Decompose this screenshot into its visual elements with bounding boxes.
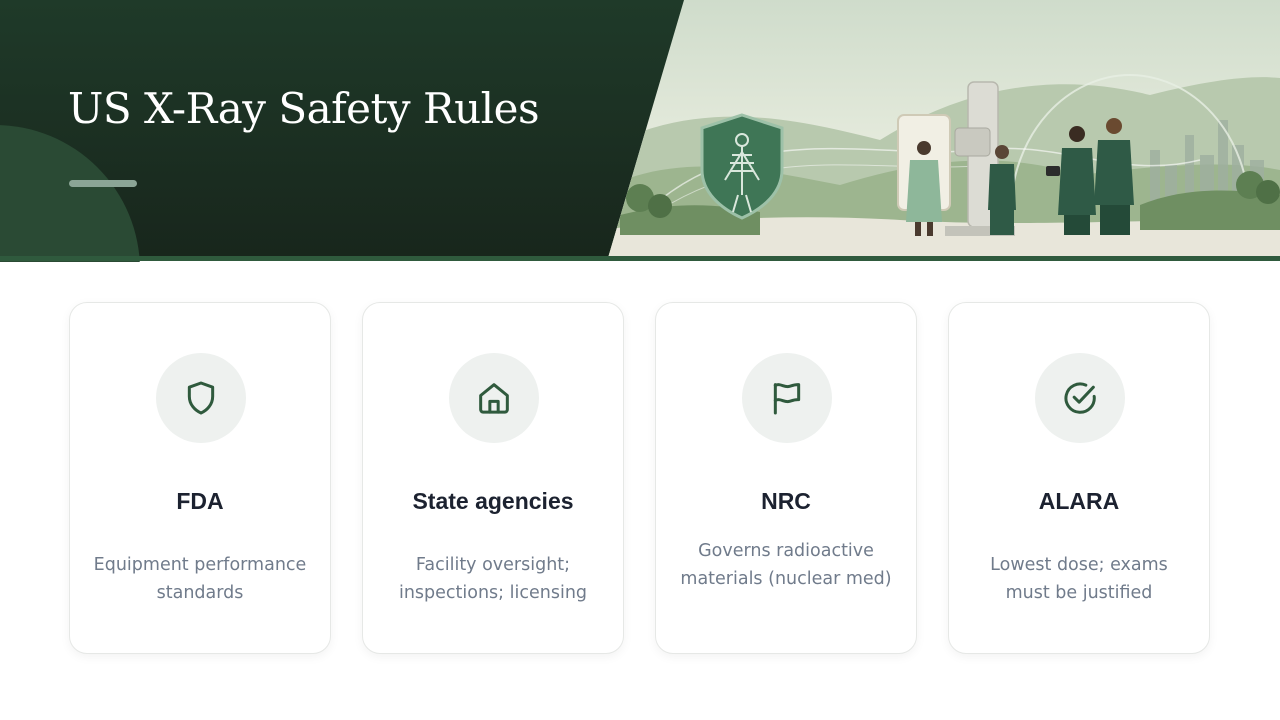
- card-title: ALARA: [1038, 488, 1120, 514]
- card-icon-badge: [1035, 353, 1125, 443]
- card-alara: ALARA Lowest dose; exams must be justifi…: [948, 302, 1210, 654]
- check-circle-icon: [1064, 382, 1096, 414]
- page-title: US X-Ray Safety Rules: [68, 84, 540, 133]
- flag-icon: [773, 383, 801, 415]
- card-icon-badge: [449, 353, 539, 443]
- card-title: FDA: [176, 488, 224, 514]
- card-title: NRC: [761, 488, 811, 514]
- card-state-agencies: State agencies Facility oversight; inspe…: [362, 302, 624, 654]
- card-title: State agencies: [412, 488, 574, 514]
- card-icon-badge: [156, 353, 246, 443]
- card-description: Lowest dose; exams must be justified: [990, 555, 1168, 603]
- card-nrc: NRC Governs radioactive materials (nucle…: [655, 302, 917, 654]
- shield-icon: [187, 381, 215, 415]
- header-banner: US X-Ray Safety Rules: [0, 0, 1280, 262]
- title-underline: [69, 180, 137, 187]
- home-icon: [479, 383, 509, 414]
- card-icon-badge: [742, 353, 832, 443]
- header-divider: [0, 256, 1280, 261]
- card-description: Facility oversight; inspections; licensi…: [398, 555, 588, 603]
- card-description: Governs radioactive materials (nuclear m…: [680, 541, 892, 589]
- card-description: Equipment performance standards: [93, 555, 307, 603]
- card-fda: FDA Equipment performance standards: [69, 302, 331, 654]
